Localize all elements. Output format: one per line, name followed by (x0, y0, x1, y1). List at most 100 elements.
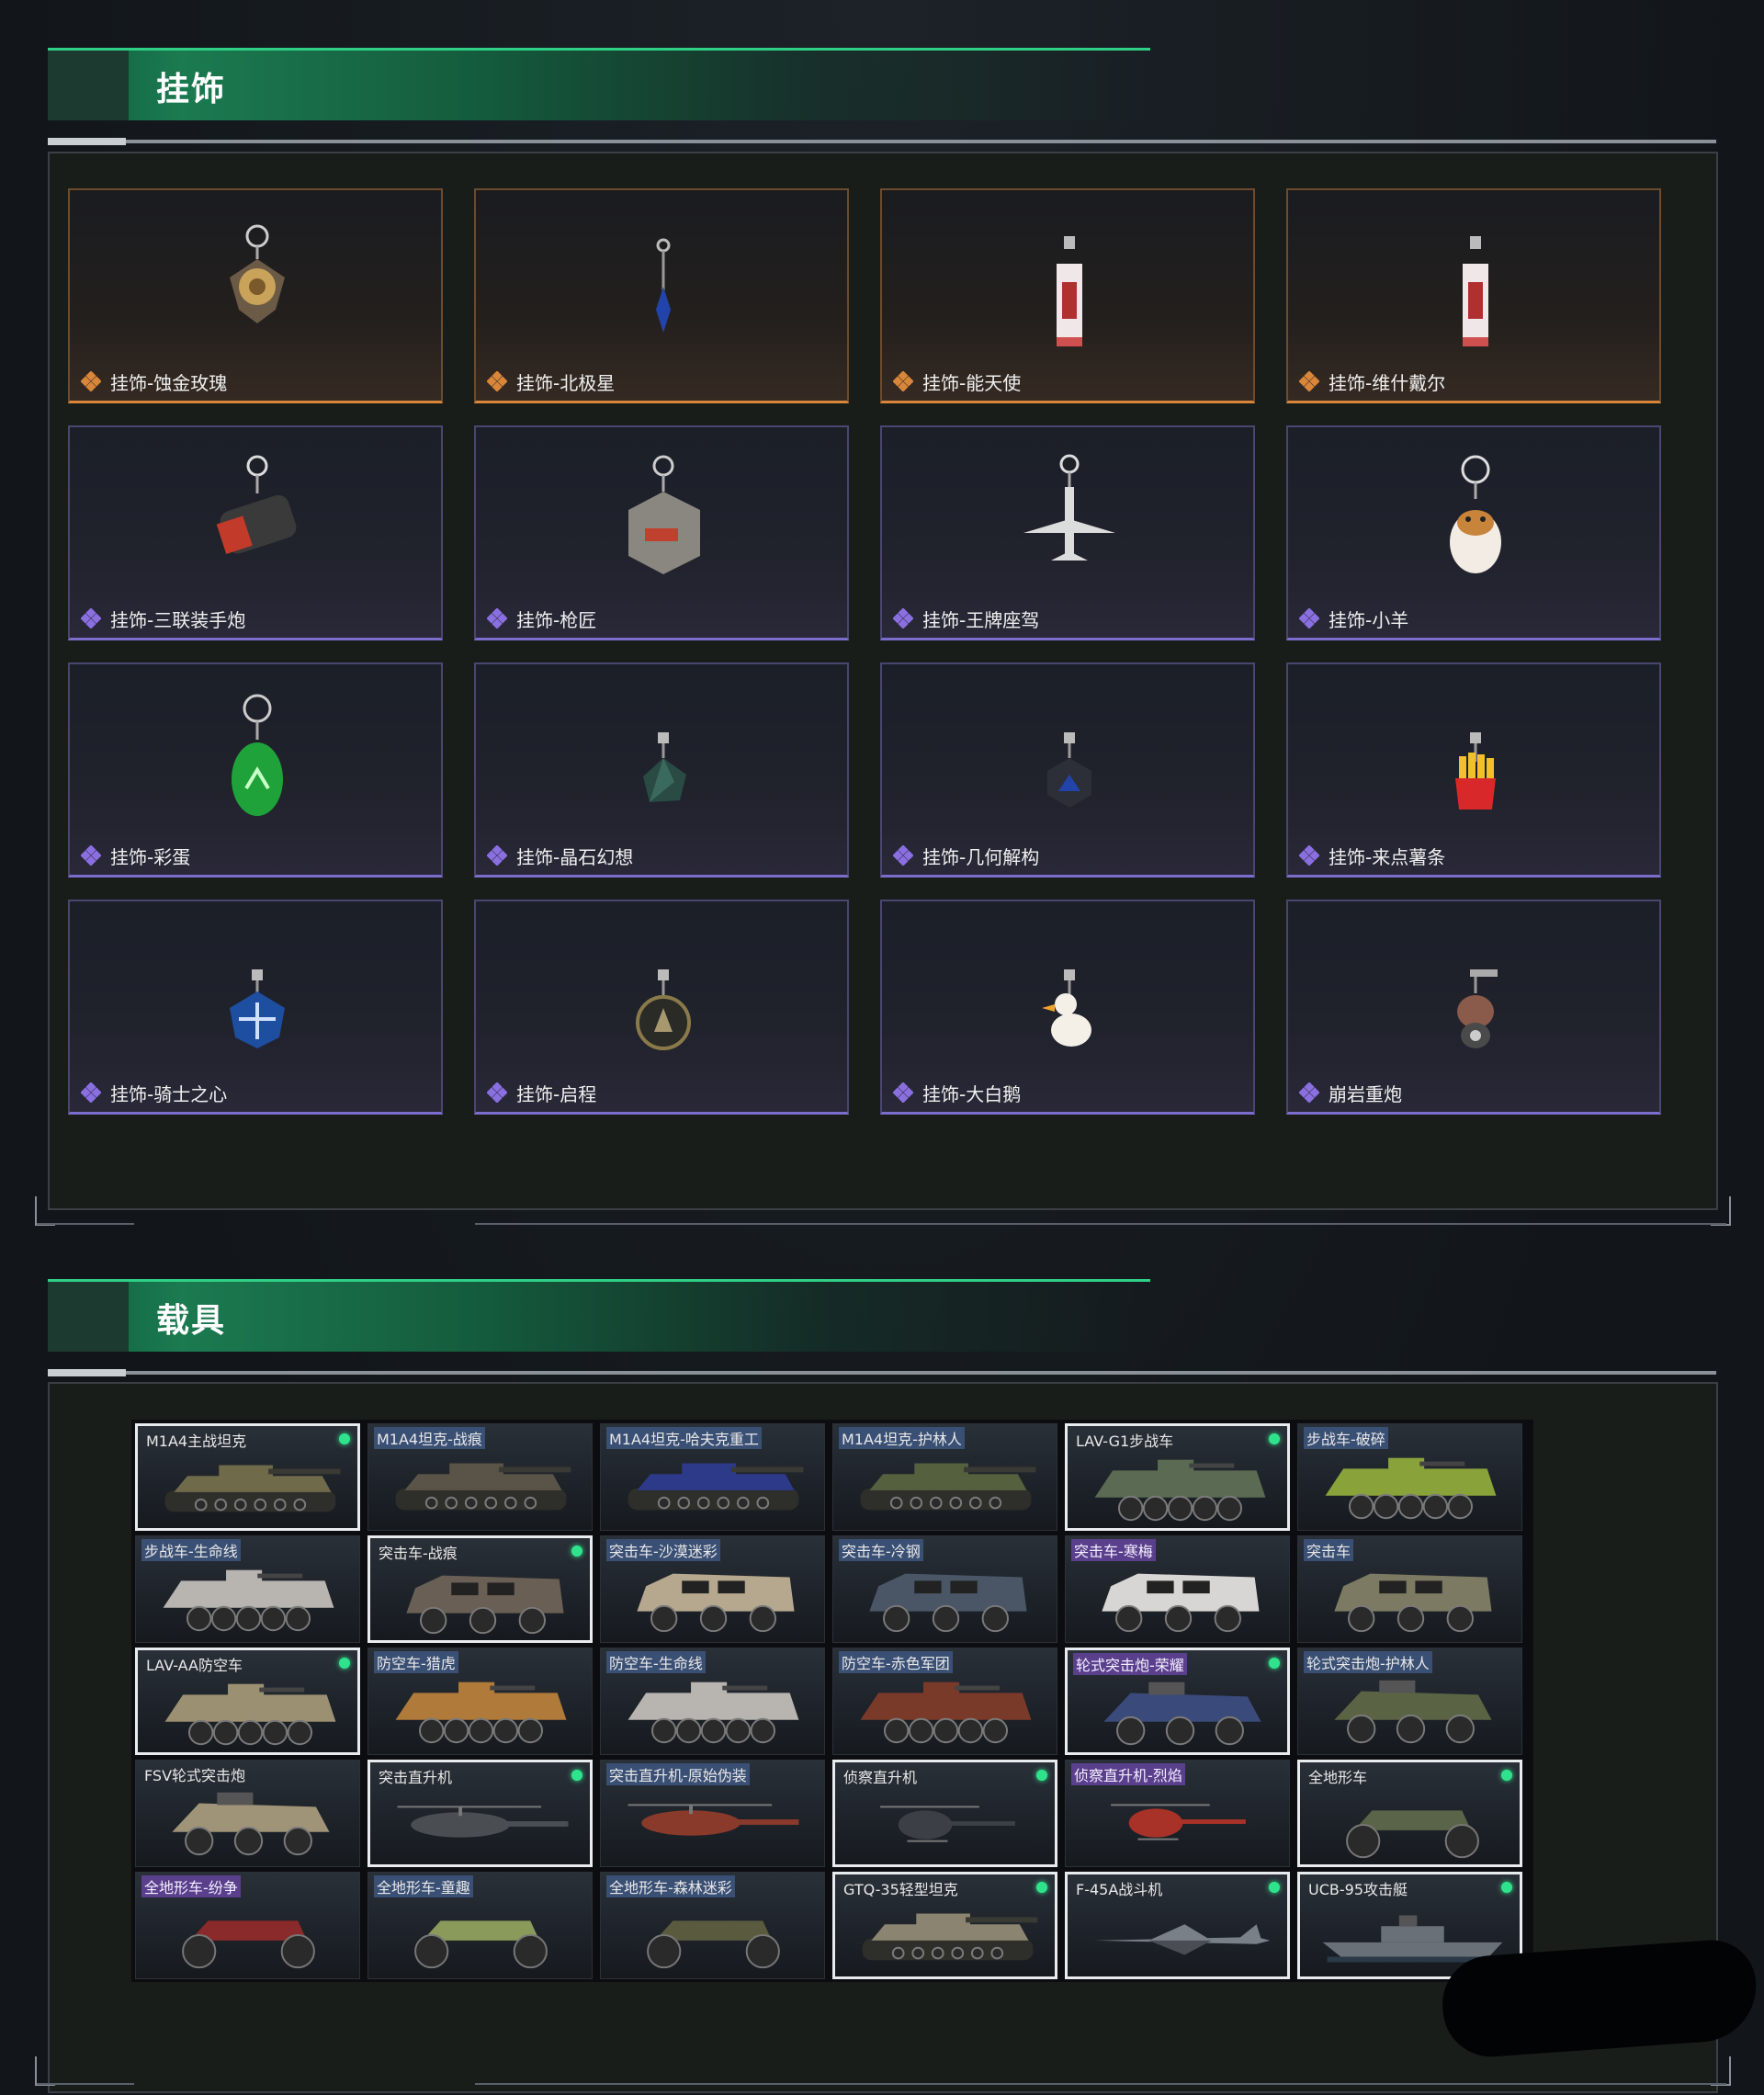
vehicle-label: 侦察直升机 (843, 1769, 918, 1786)
rarity-diamond-icon (486, 844, 508, 866)
header-stub (48, 1279, 129, 1352)
vehicle-card[interactable]: 全地形车 (1297, 1760, 1522, 1867)
charm-card[interactable]: 挂饰-王牌座驾 (880, 425, 1255, 640)
truck-vehicle-icon (1334, 1573, 1492, 1633)
vehicle-card[interactable]: GTQ-35轻型坦克 (832, 1872, 1057, 1979)
vehicle-card[interactable]: 突击车 (1297, 1535, 1522, 1643)
charm-label: 挂饰-小羊 (1329, 609, 1409, 631)
apc-vehicle-icon (163, 1569, 334, 1632)
charm-label: 挂饰-晶石幻想 (516, 846, 634, 868)
rarity-diamond-icon (892, 844, 914, 866)
vehicle-card[interactable]: LAV-AA防空车 (135, 1648, 360, 1755)
rarity-diamond-icon (80, 607, 102, 629)
star-charm-icon (656, 238, 671, 333)
charm-label: 挂饰-骑士之心 (110, 1083, 228, 1105)
vehicle-card[interactable]: FSV轮式突击炮 (135, 1760, 360, 1867)
shield-charm-icon (230, 969, 285, 1048)
vehicle-card[interactable]: 轮式突击炮-荣耀 (1065, 1648, 1290, 1755)
charm-card[interactable]: 挂饰-蚀金玫瑰 (68, 188, 443, 403)
vehicle-card[interactable]: 全地形车-森林迷彩 (600, 1872, 825, 1979)
atv-vehicle-icon (1346, 1810, 1479, 1859)
vehicle-card[interactable]: 突击车-寒梅 (1065, 1535, 1290, 1643)
box-charm-icon (628, 455, 700, 574)
charm-label: 挂饰-能天使 (922, 372, 1022, 394)
charm-card[interactable]: 挂饰-维什戴尔 (1286, 188, 1661, 403)
vehicles-section-header: 载具 (48, 1279, 1716, 1376)
vehicle-card[interactable]: 防空车-猎虎 (368, 1648, 593, 1755)
charm-card[interactable]: 挂饰-骑士之心 (68, 900, 443, 1115)
vehicle-card[interactable]: 突击车-冷钢 (832, 1535, 1057, 1643)
vehicle-card[interactable]: 突击直升机 (368, 1760, 593, 1867)
charm-card[interactable]: 挂饰-北极星 (474, 188, 849, 403)
charm-label: 挂饰-几何解构 (922, 846, 1040, 868)
charm-card[interactable]: 挂饰-晶石幻想 (474, 662, 849, 878)
tank-vehicle-icon (395, 1463, 571, 1511)
vehicle-card[interactable]: 轮式突击炮-护林人 (1297, 1648, 1522, 1755)
vehicle-card[interactable]: 防空车-生命线 (600, 1648, 825, 1755)
vehicle-label: 全地形车-森林迷彩 (606, 1875, 735, 1897)
owned-indicator-dot (1269, 1433, 1280, 1444)
owned-indicator-dot (1036, 1882, 1047, 1893)
vehicle-card[interactable]: 步战车-生命线 (135, 1535, 360, 1643)
vehicle-label: 防空车-赤色军团 (839, 1651, 953, 1673)
rarity-diamond-icon (1298, 1081, 1320, 1104)
rarity-diamond-icon (1298, 607, 1320, 629)
charm-card[interactable]: 挂饰-能天使 (880, 188, 1255, 403)
apc-vehicle-icon (628, 1682, 799, 1744)
vehicle-card[interactable]: 全地形车-纷争 (135, 1872, 360, 1979)
vehicle-card[interactable]: 防空车-赤色军团 (832, 1648, 1057, 1755)
charm-card[interactable]: 挂饰-来点薯条 (1286, 662, 1661, 878)
owned-indicator-dot (571, 1546, 582, 1557)
vehicle-label: 突击车 (1304, 1539, 1354, 1561)
vehicle-label: 突击车-沙漠迷彩 (606, 1539, 720, 1561)
vehicle-card[interactable]: LAV-G1步战车 (1065, 1423, 1290, 1531)
apc-vehicle-icon (164, 1683, 336, 1746)
vehicle-label: LAV-AA防空车 (146, 1657, 243, 1674)
vehicle-label: 防空车-生命线 (606, 1651, 706, 1673)
rarity-diamond-icon (1298, 844, 1320, 866)
charm-label: 挂饰-启程 (516, 1083, 597, 1105)
vehicle-card[interactable]: 突击车-战痕 (368, 1535, 593, 1643)
charm-card[interactable]: 挂饰-启程 (474, 900, 849, 1115)
vehicle-grid: M1A4主战坦克 M1A4坦克-战痕 M1A4坦克-哈夫克重工 M1A4坦克-护… (131, 1420, 1533, 1982)
vehicle-label: 突击车-寒梅 (1071, 1539, 1156, 1561)
vehicle-card[interactable]: 侦察直升机-烈焰 (1065, 1760, 1290, 1867)
vehicle-card[interactable]: M1A4主战坦克 (135, 1423, 360, 1531)
panel-corner-right (1711, 1196, 1731, 1226)
charm-card[interactable]: 挂饰-彩蛋 (68, 662, 443, 878)
vehicle-label: LAV-G1步战车 (1076, 1433, 1174, 1450)
owned-indicator-dot (1501, 1882, 1512, 1893)
vehicle-card[interactable]: 全地形车-童趣 (368, 1872, 593, 1979)
vehicle-card[interactable]: M1A4坦克-护林人 (832, 1423, 1057, 1531)
charm-card[interactable]: 挂饰-几何解构 (880, 662, 1255, 878)
charm-card[interactable]: 挂饰-三联装手炮 (68, 425, 443, 640)
rarity-diamond-icon (80, 1081, 102, 1104)
charm-label: 挂饰-北极星 (516, 372, 616, 394)
vehicle-label: 突击直升机 (379, 1769, 453, 1786)
vehicle-label: UCB-95攻击艇 (1308, 1881, 1408, 1898)
apc-vehicle-icon (1094, 1459, 1266, 1522)
vehicle-card[interactable]: 侦察直升机 (832, 1760, 1057, 1867)
charms-section-header: 挂饰 (48, 48, 1716, 145)
owned-indicator-dot (1269, 1658, 1280, 1669)
vehicle-card[interactable]: 突击车-沙漠迷彩 (600, 1535, 825, 1643)
vehicle-card[interactable]: F-45A战斗机 (1065, 1872, 1290, 1979)
tank-vehicle-icon (862, 1913, 1038, 1961)
rarity-diamond-icon (486, 607, 508, 629)
rarity-diamond-icon (892, 370, 914, 392)
charm-card[interactable]: 挂饰-大白鹅 (880, 900, 1255, 1115)
apc-vehicle-icon (395, 1682, 567, 1744)
charm-card[interactable]: 挂饰-枪匠 (474, 425, 849, 640)
vehicle-label: 突击车-冷钢 (839, 1539, 923, 1561)
charm-card[interactable]: 崩岩重炮 (1286, 900, 1661, 1115)
tank-vehicle-icon (628, 1463, 804, 1511)
charm-label: 挂饰-大白鹅 (922, 1083, 1022, 1105)
owned-indicator-dot (339, 1433, 350, 1444)
charm-card[interactable]: 挂饰-小羊 (1286, 425, 1661, 640)
vehicle-card[interactable]: M1A4坦克-战痕 (368, 1423, 593, 1531)
tag-charm-icon (1463, 236, 1488, 346)
vehicle-card[interactable]: M1A4坦克-哈夫克重工 (600, 1423, 825, 1531)
vehicle-card[interactable]: 步战车-破碎 (1297, 1423, 1522, 1531)
charm-label: 挂饰-枪匠 (516, 609, 597, 631)
vehicle-card[interactable]: 突击直升机-原始伪装 (600, 1760, 825, 1867)
